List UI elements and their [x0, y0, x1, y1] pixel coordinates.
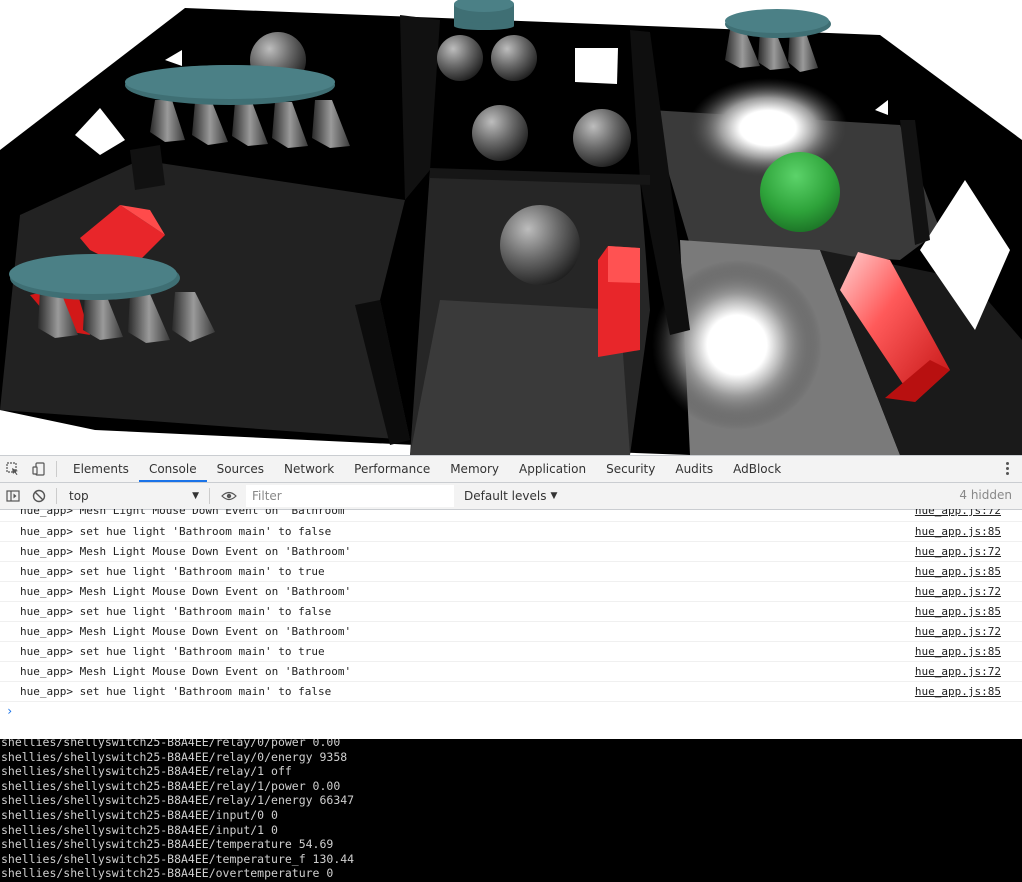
tab-network[interactable]: Network: [274, 456, 344, 482]
console-source-link[interactable]: hue_app.js:85: [915, 682, 1001, 701]
log-levels-label: Default levels: [464, 489, 547, 503]
console-message-row: hue_app> Mesh Light Mouse Down Event on …: [0, 509, 1022, 522]
context-selector[interactable]: top ▼: [63, 486, 205, 506]
terminal-line: shellies/shellyswitch25-B8A4EE/relay/0/p…: [1, 739, 341, 749]
filter-input[interactable]: [246, 485, 454, 507]
console-message-row: hue_app> Mesh Light Mouse Down Event on …: [0, 622, 1022, 642]
console-toolbar: top ▼ Default levels ▼ 4 hidden: [0, 483, 1022, 510]
light-sphere[interactable]: [472, 105, 528, 161]
console-message-row: hue_app> set hue light 'Bathroom main' t…: [0, 642, 1022, 662]
console-message-row: hue_app> set hue light 'Bathroom main' t…: [0, 522, 1022, 542]
console-message-row: hue_app> Mesh Light Mouse Down Event on …: [0, 662, 1022, 682]
toolbar-separator: [56, 488, 57, 504]
live-expression-eye-icon[interactable]: [216, 483, 242, 509]
terminal-line: shellies/shellyswitch25-B8A4EE/temperatu…: [1, 851, 355, 866]
light-sphere[interactable]: [437, 35, 483, 81]
tab-security[interactable]: Security: [596, 456, 665, 482]
terminal-line: shellies/shellyswitch25-B8A4EE/relay/1/p…: [1, 778, 341, 793]
tab-audits[interactable]: Audits: [665, 456, 723, 482]
console-source-link[interactable]: hue_app.js:72: [915, 622, 1001, 641]
tab-adblock[interactable]: AdBlock: [723, 456, 791, 482]
devtools-panel: Elements Console Sources Network Perform…: [0, 455, 1022, 740]
console-message-row: hue_app> set hue light 'Bathroom main' t…: [0, 682, 1022, 702]
inspect-element-icon[interactable]: [0, 456, 26, 482]
lamp-cluster-left-top[interactable]: [125, 65, 350, 148]
dropdown-arrow-icon: ▼: [550, 491, 558, 501]
console-prompt-chevron-icon: ›: [6, 704, 14, 718]
console-source-link[interactable]: hue_app.js:72: [915, 542, 1001, 561]
tab-performance[interactable]: Performance: [344, 456, 440, 482]
console-message-row: hue_app> Mesh Light Mouse Down Event on …: [0, 582, 1022, 602]
lamp-top-center[interactable]: [454, 0, 514, 30]
show-sidebar-icon[interactable]: [0, 483, 26, 509]
devtools-tab-bar: Elements Console Sources Network Perform…: [0, 456, 1022, 483]
console-message-text: hue_app> Mesh Light Mouse Down Event on …: [20, 625, 352, 638]
console-message-text: hue_app> Mesh Light Mouse Down Event on …: [20, 665, 352, 678]
terminal-line: shellies/shellyswitch25-B8A4EE/input/0 0: [1, 807, 278, 822]
console-message-text: hue_app> Mesh Light Mouse Down Event on …: [20, 585, 352, 598]
console-message-text: hue_app> set hue light 'Bathroom main' t…: [20, 685, 332, 698]
tab-console[interactable]: Console: [138, 456, 207, 482]
console-message-text: hue_app> Mesh Light Mouse Down Event on …: [20, 545, 352, 558]
dropdown-arrow-icon: ▼: [192, 491, 199, 501]
console-message-text: hue_app> set hue light 'Bathroom main' t…: [20, 645, 325, 658]
console-message-row: hue_app> set hue light 'Bathroom main' t…: [0, 562, 1022, 582]
selected-light-sphere[interactable]: [760, 152, 840, 232]
log-levels-dropdown[interactable]: Default levels ▼: [464, 489, 557, 503]
toolbar-separator: [209, 488, 210, 504]
terminal-line: shellies/shellyswitch25-B8A4EE/relay/1/e…: [1, 793, 355, 808]
console-source-link[interactable]: hue_app.js:72: [915, 582, 1001, 601]
console-source-link[interactable]: hue_app.js:72: [915, 509, 1001, 516]
more-options-icon[interactable]: [1006, 461, 1010, 477]
console-source-link[interactable]: hue_app.js:72: [915, 662, 1001, 681]
device-toolbar-icon[interactable]: [26, 456, 52, 482]
terminal-line: shellies/shellyswitch25-B8A4EE/temperatu…: [1, 837, 334, 852]
tab-elements[interactable]: Elements: [63, 456, 139, 482]
context-selector-value: top: [69, 489, 89, 503]
console-source-link[interactable]: hue_app.js:85: [915, 642, 1001, 661]
light-sphere[interactable]: [491, 35, 537, 81]
console-message-text: hue_app> set hue light 'Bathroom main' t…: [20, 525, 332, 538]
console-message-text: hue_app> Mesh Light Mouse Down Event on …: [20, 509, 352, 517]
console-message-row: hue_app> set hue light 'Bathroom main' t…: [0, 602, 1022, 622]
light-sphere[interactable]: [500, 205, 580, 285]
hidden-messages-count: 4 hidden: [959, 488, 1012, 502]
console-output[interactable]: hue_app> Mesh Light Mouse Down Event on …: [0, 509, 1022, 740]
tab-application[interactable]: Application: [509, 456, 596, 482]
console-source-link[interactable]: hue_app.js:85: [915, 522, 1001, 541]
console-source-link[interactable]: hue_app.js:85: [915, 562, 1001, 581]
light-sphere[interactable]: [573, 109, 631, 167]
console-message-text: hue_app> set hue light 'Bathroom main' t…: [20, 605, 332, 618]
terminal-line: shellies/shellyswitch25-B8A4EE/relay/1 o…: [1, 764, 292, 779]
floorplan-canvas[interactable]: [0, 0, 1022, 455]
console-message-row: hue_app> Mesh Light Mouse Down Event on …: [0, 542, 1022, 562]
console-message-text: hue_app> set hue light 'Bathroom main' t…: [20, 565, 325, 578]
console-prompt-row[interactable]: ›: [0, 702, 1022, 721]
floorplan-3d-view[interactable]: [0, 0, 1022, 455]
console-source-link[interactable]: hue_app.js:85: [915, 602, 1001, 621]
terminal-line: shellies/shellyswitch25-B8A4EE/input/1 0: [1, 822, 278, 837]
clear-console-icon[interactable]: [26, 483, 52, 509]
tab-separator: [56, 461, 57, 477]
terminal-line: shellies/shellyswitch25-B8A4EE/relay/0/e…: [1, 749, 348, 764]
terminal-output[interactable]: shellies/shellyswitch25-B8A4EE/relay/0/p…: [0, 739, 1022, 882]
terminal-line: shellies/shellyswitch25-B8A4EE/overtempe…: [1, 866, 334, 881]
tab-sources[interactable]: Sources: [207, 456, 274, 482]
tab-memory[interactable]: Memory: [440, 456, 509, 482]
